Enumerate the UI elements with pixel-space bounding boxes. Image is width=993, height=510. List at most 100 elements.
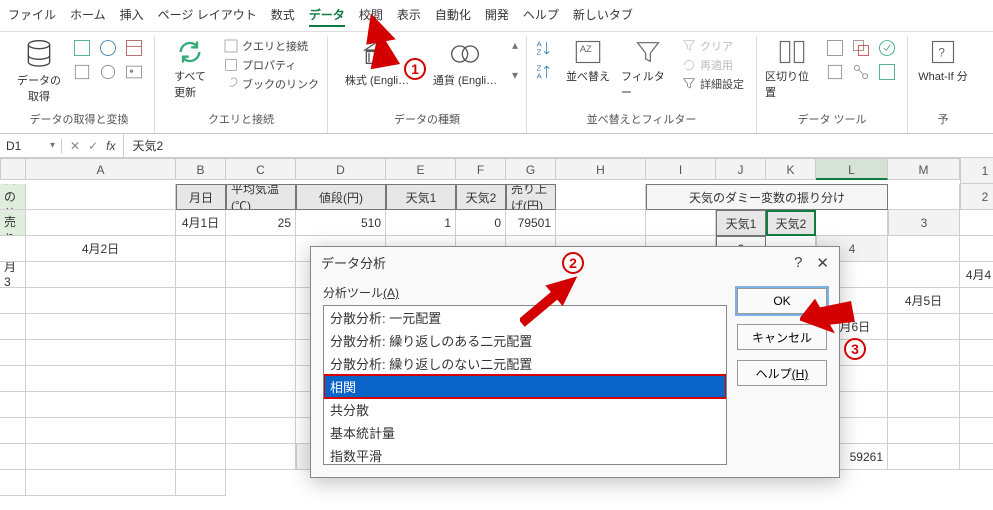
- cell-A1[interactable]: アイスの値段と: [0, 184, 26, 210]
- from-picture-icon[interactable]: [124, 62, 144, 82]
- list-item-selected[interactable]: 相関: [324, 375, 726, 398]
- filter-button[interactable]: フィルター: [621, 38, 675, 100]
- from-table-icon[interactable]: [124, 38, 144, 58]
- reapply-item[interactable]: 再適用: [681, 57, 744, 73]
- cell-C3[interactable]: 4月2日: [26, 236, 176, 262]
- select-all-corner[interactable]: [0, 158, 26, 180]
- col-M[interactable]: M: [888, 158, 960, 180]
- cell-I2[interactable]: [556, 210, 646, 236]
- whatif-button[interactable]: ? What-If 分: [916, 38, 970, 84]
- cell-B1[interactable]: [26, 184, 176, 210]
- col-I[interactable]: I: [646, 158, 716, 180]
- refresh-all-button[interactable]: すべて 更新: [163, 38, 217, 100]
- existing-connections-icon[interactable]: [98, 62, 118, 82]
- menu-insert[interactable]: 挿入: [120, 6, 144, 27]
- help-button[interactable]: ヘルプ(H): [737, 360, 827, 386]
- stocks-button[interactable]: 株式 (Engli…: [336, 38, 418, 88]
- sort-button[interactable]: AZ 並べ替え: [561, 38, 615, 84]
- col-H[interactable]: H: [556, 158, 646, 180]
- from-web-icon[interactable]: [98, 38, 118, 58]
- cell-J2[interactable]: [646, 210, 716, 236]
- formula-input[interactable]: 天気2: [124, 137, 993, 154]
- sort-za-icon[interactable]: ZA: [535, 62, 555, 82]
- sort-az-icon[interactable]: AZ: [535, 38, 555, 58]
- cell-D2[interactable]: 25: [226, 210, 296, 236]
- data-validation-icon[interactable]: [877, 38, 897, 58]
- row-3[interactable]: 3: [888, 210, 960, 236]
- datatypes-up-icon[interactable]: ▴: [512, 38, 518, 52]
- col-G[interactable]: G: [506, 158, 556, 180]
- menu-help[interactable]: ヘルプ: [523, 6, 559, 27]
- cell-G1[interactable]: 天気2: [456, 184, 506, 210]
- cell-M1[interactable]: [888, 184, 960, 210]
- analysis-tools-listbox[interactable]: 分散分析: 一元配置 分散分析: 繰り返しのある二元配置 分散分析: 繰り返しの…: [323, 305, 727, 465]
- confirm-formula-icon[interactable]: ✓: [88, 139, 98, 153]
- row-1[interactable]: 1: [960, 158, 993, 184]
- cell-H1[interactable]: 売り上げ(円): [506, 184, 556, 210]
- name-box-dropdown-icon[interactable]: ▾: [50, 140, 55, 151]
- col-J[interactable]: J: [716, 158, 766, 180]
- cell-C2[interactable]: 4月1日: [176, 210, 226, 236]
- cell-C6[interactable]: 4月5日: [888, 288, 960, 314]
- col-E[interactable]: E: [386, 158, 456, 180]
- menu-formulas[interactable]: 数式: [271, 6, 295, 27]
- currencies-button[interactable]: 通貨 (Engli…: [424, 38, 506, 88]
- recent-sources-icon[interactable]: [72, 62, 92, 82]
- cell-E2[interactable]: 510: [296, 210, 386, 236]
- col-C[interactable]: C: [226, 158, 296, 180]
- list-item[interactable]: 基本統計量: [324, 421, 726, 444]
- cell-M2[interactable]: [816, 210, 888, 236]
- name-box[interactable]: D1 ▾: [0, 139, 62, 153]
- consolidate-icon[interactable]: [825, 62, 845, 82]
- remove-duplicates-icon[interactable]: [851, 38, 871, 58]
- menu-home[interactable]: ホーム: [70, 6, 106, 27]
- cell-I1[interactable]: [556, 184, 646, 210]
- insert-function-icon[interactable]: fx: [106, 139, 115, 153]
- ok-button[interactable]: OK: [737, 288, 827, 314]
- cell-K2[interactable]: 天気1: [716, 210, 766, 236]
- cell-C5[interactable]: 4月4日: [960, 262, 993, 288]
- cell-F2[interactable]: 1: [386, 210, 456, 236]
- menu-developer[interactable]: 開発: [485, 6, 509, 27]
- col-L[interactable]: L: [816, 158, 888, 180]
- cell-F1[interactable]: 天気1: [386, 184, 456, 210]
- cell-A2[interactable]: 1日の売り上げ: [0, 210, 26, 236]
- get-data-button[interactable]: データの 取得: [12, 38, 66, 104]
- cancel-button[interactable]: キャンセル: [737, 324, 827, 350]
- advanced-item[interactable]: 詳細設定: [681, 76, 744, 92]
- menu-automate[interactable]: 自動化: [435, 6, 471, 27]
- cell-D1[interactable]: 平均気温(℃): [226, 184, 296, 210]
- menu-data[interactable]: データ: [309, 6, 345, 27]
- flash-fill-icon[interactable]: [825, 38, 845, 58]
- list-item[interactable]: 指数平滑: [324, 444, 726, 465]
- from-text-icon[interactable]: [72, 38, 92, 58]
- list-item[interactable]: 分散分析: 繰り返しのない二元配置: [324, 352, 726, 375]
- relationships-icon[interactable]: [851, 62, 871, 82]
- row-2[interactable]: 2: [960, 184, 993, 210]
- menu-view[interactable]: 表示: [397, 6, 421, 27]
- cell-G2[interactable]: 0: [456, 210, 506, 236]
- workbook-links-item[interactable]: ブックのリンク: [223, 76, 319, 92]
- col-K[interactable]: K: [766, 158, 816, 180]
- dialog-close-icon[interactable]: ✕: [816, 254, 829, 272]
- datatypes-down-icon[interactable]: ▾: [512, 68, 518, 82]
- cell-C4[interactable]: 4月3日: [0, 262, 26, 288]
- cell-dummy-title[interactable]: 天気のダミー変数の振り分け: [646, 184, 888, 210]
- menu-pagelayout[interactable]: ページ レイアウト: [158, 6, 257, 27]
- dialog-help-icon[interactable]: ?: [794, 254, 802, 272]
- cell-H2[interactable]: 79501: [506, 210, 556, 236]
- col-B[interactable]: B: [176, 158, 226, 180]
- clear-filter-item[interactable]: クリア: [681, 38, 744, 54]
- cell-L2[interactable]: 天気2: [766, 210, 816, 236]
- cell-B2[interactable]: [26, 210, 176, 236]
- data-model-icon[interactable]: [877, 62, 897, 82]
- menu-review[interactable]: 校閲: [359, 6, 383, 27]
- menu-newtab[interactable]: 新しいタブ: [573, 6, 633, 27]
- text-to-columns-button[interactable]: 区切り位置: [765, 38, 819, 100]
- cancel-formula-icon[interactable]: ✕: [70, 139, 80, 153]
- cell-E1[interactable]: 値段(円): [296, 184, 386, 210]
- queries-connections-item[interactable]: クエリと接続: [223, 38, 319, 54]
- properties-item[interactable]: プロパティ: [223, 57, 319, 73]
- col-D[interactable]: D: [296, 158, 386, 180]
- list-item[interactable]: 分散分析: 一元配置: [324, 306, 726, 329]
